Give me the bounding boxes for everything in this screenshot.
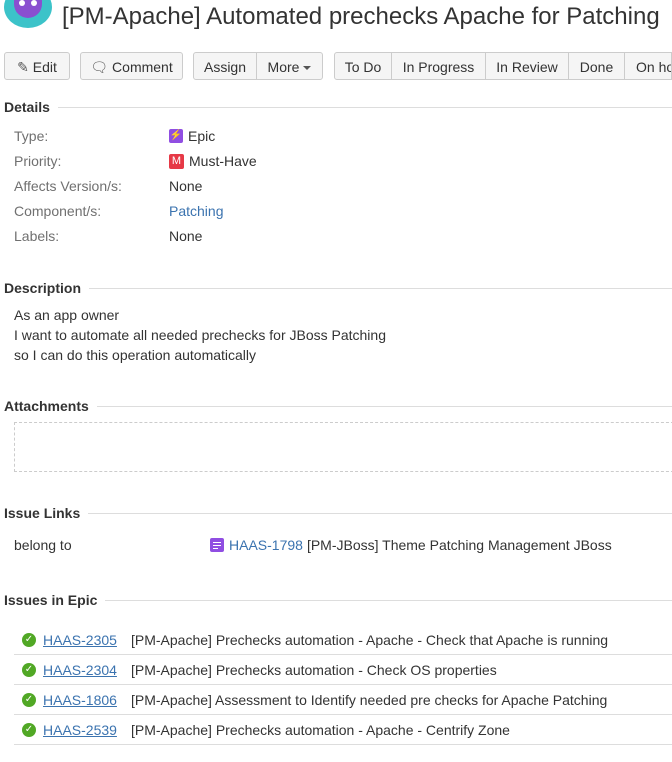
type-value-text: Epic	[188, 128, 216, 144]
on-hold-button[interactable]: On hold	[624, 52, 672, 80]
affects-version-label: Affects Version/s:	[14, 178, 122, 194]
priority-must-have-icon: M	[169, 153, 184, 169]
epic-story-icon	[210, 538, 224, 552]
issue-title[interactable]: [PM-Apache] Automated prechecks Apache f…	[62, 2, 660, 32]
epic-issue-summary: [PM-Apache] Prechecks automation - Apach…	[131, 631, 609, 648]
epic-icon: ⚡	[169, 129, 183, 143]
pencil-icon: ✎	[17, 59, 29, 75]
linked-issue-key[interactable]: HAAS-1798	[229, 537, 303, 553]
divider	[89, 287, 672, 289]
description-heading[interactable]: Description	[4, 280, 672, 296]
description-line: so I can do this operation automatically	[14, 347, 257, 363]
in-progress-label: In Progress	[402, 59, 475, 75]
done-check-icon: ✓	[22, 662, 36, 677]
story-line	[213, 544, 221, 546]
edit-button[interactable]: ✎ Edit	[4, 52, 70, 80]
affects-version-value: None	[169, 178, 203, 194]
attachments-heading[interactable]: Attachments	[4, 398, 672, 414]
epic-issue-key[interactable]: HAAS-2304	[43, 662, 131, 678]
linked-issue-summary: [PM-JBoss] Theme Patching Management JBo…	[306, 537, 612, 553]
done-check-icon: ✓	[22, 722, 36, 737]
in-progress-button[interactable]: In Progress	[391, 52, 486, 80]
epic-issue-summary: [PM-Apache] Assessment to Identify neede…	[131, 691, 608, 708]
comment-icon: 🗨	[90, 59, 109, 75]
priority-label: Priority:	[14, 153, 62, 169]
in-review-label: In Review	[496, 59, 558, 75]
assign-label: Assign	[203, 59, 247, 75]
component-label: Component/s:	[14, 203, 102, 219]
table-row[interactable]: ✓ HAAS-2305 [PM-Apache] Prechecks automa…	[14, 625, 672, 655]
details-heading[interactable]: Details	[4, 99, 672, 115]
issue-links-heading[interactable]: Issue Links	[4, 505, 672, 521]
done-check-icon: ✓	[22, 632, 36, 647]
epic-issue-summary: [PM-Apache] Prechecks automation - Check…	[131, 661, 497, 678]
issues-in-epic-list: ✓ HAAS-2305 [PM-Apache] Prechecks automa…	[14, 625, 672, 745]
more-button[interactable]: More	[256, 52, 323, 80]
description-heading-text: Description	[4, 280, 82, 296]
attachments-dropzone[interactable]	[14, 422, 672, 472]
component-value: Patching	[169, 203, 223, 219]
story-line	[213, 547, 218, 549]
details-heading-text: Details	[4, 99, 50, 115]
in-review-button[interactable]: In Review	[485, 52, 569, 80]
epic-issue-key[interactable]: HAAS-2305	[43, 632, 131, 648]
epic-issue-summary: [PM-Apache] Prechecks automation - Apach…	[131, 721, 510, 738]
description-line: As an app owner	[14, 307, 120, 323]
priority-value: M Must-Have	[169, 153, 257, 169]
epic-issue-key[interactable]: HAAS-1806	[43, 692, 131, 708]
story-line	[213, 541, 221, 543]
table-row[interactable]: ✓ HAAS-2539 [PM-Apache] Prechecks automa…	[14, 715, 672, 745]
avatar-creature-icon	[14, 0, 42, 18]
done-label: Done	[579, 59, 614, 75]
description-line: I want to automate all needed prechecks …	[14, 327, 386, 343]
issue-links-heading-text: Issue Links	[4, 505, 81, 521]
divider	[105, 599, 672, 601]
divider	[96, 405, 672, 407]
type-value: ⚡ Epic	[169, 128, 215, 144]
table-row[interactable]: ✓ HAAS-1806 [PM-Apache] Assessment to Id…	[14, 685, 672, 715]
component-link[interactable]: Patching	[169, 203, 223, 219]
comment-label: Comment	[112, 59, 173, 75]
more-label: More	[267, 59, 300, 75]
avatar-eye-icon	[19, 0, 25, 6]
issues-in-epic-heading-text: Issues in Epic	[4, 592, 98, 608]
on-hold-label: On hold	[636, 59, 671, 75]
linked-issue: HAAS-1798 [PM-JBoss] Theme Patching Mana…	[210, 537, 612, 553]
divider	[88, 512, 672, 514]
done-check-icon: ✓	[22, 692, 36, 707]
comment-button[interactable]: 🗨 Comment	[80, 52, 183, 80]
table-row[interactable]: ✓ HAAS-2304 [PM-Apache] Prechecks automa…	[14, 655, 672, 685]
todo-label: To Do	[344, 59, 382, 75]
assign-button[interactable]: Assign	[193, 52, 257, 80]
done-button[interactable]: Done	[568, 52, 625, 80]
divider	[57, 106, 672, 108]
edit-label: Edit	[32, 59, 57, 75]
labels-value: None	[169, 228, 203, 244]
attachments-heading-text: Attachments	[4, 398, 89, 414]
link-relation: belong to	[14, 537, 72, 553]
chevron-down-icon	[303, 66, 312, 71]
description-body[interactable]: As an app owner I want to automate all n…	[14, 305, 386, 365]
priority-value-text: Must-Have	[189, 153, 257, 169]
todo-button[interactable]: To Do	[334, 52, 392, 80]
type-label: Type:	[14, 128, 49, 144]
labels-label: Labels:	[14, 228, 60, 244]
epic-issue-key[interactable]: HAAS-2539	[43, 722, 131, 738]
avatar-eye-icon	[31, 0, 37, 6]
project-avatar[interactable]	[4, 0, 52, 28]
issues-in-epic-heading[interactable]: Issues in Epic	[4, 592, 672, 608]
